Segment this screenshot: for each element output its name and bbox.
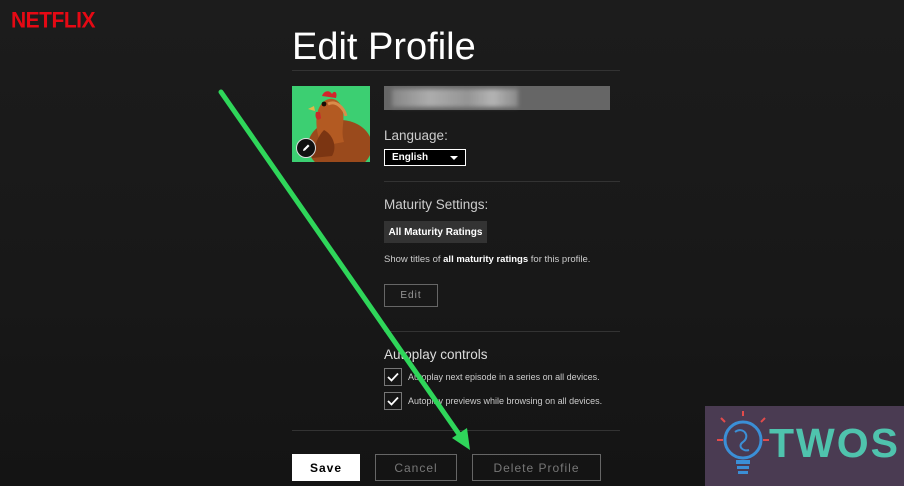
autoplay-next-episode-checkbox[interactable] bbox=[384, 368, 402, 386]
language-select-value: English bbox=[392, 152, 429, 163]
edit-avatar-pencil-icon[interactable] bbox=[296, 138, 316, 158]
title-divider bbox=[292, 70, 620, 71]
watermark-text: TWOS bbox=[769, 420, 900, 466]
language-select[interactable]: English bbox=[384, 149, 466, 166]
caret-down-icon bbox=[450, 156, 458, 160]
lightbulb-icon bbox=[717, 411, 769, 474]
profile-name-input[interactable] bbox=[384, 86, 610, 110]
autoplay-previews-checkbox[interactable] bbox=[384, 392, 402, 410]
maturity-rating-badge: All Maturity Ratings bbox=[384, 221, 487, 243]
section-divider bbox=[384, 331, 620, 332]
autoplay-next-episode-label: Autoplay next episode in a series on all… bbox=[408, 372, 600, 382]
maturity-edit-button[interactable]: Edit bbox=[384, 284, 438, 307]
section-divider bbox=[384, 181, 620, 182]
blurred-name-text bbox=[392, 89, 518, 107]
cancel-button[interactable]: Cancel bbox=[375, 454, 457, 481]
maturity-description: Show titles of all maturity ratings for … bbox=[384, 254, 591, 265]
page-title: Edit Profile bbox=[292, 26, 476, 68]
autoplay-previews-label: Autoplay previews while browsing on all … bbox=[408, 396, 603, 406]
autoplay-controls-label: Autoplay controls bbox=[384, 347, 488, 362]
netflix-logo[interactable]: NETFLIX bbox=[11, 8, 96, 33]
checkmark-icon bbox=[387, 372, 399, 382]
save-button[interactable]: Save bbox=[292, 454, 360, 481]
twos-watermark: TWOS bbox=[705, 406, 904, 486]
language-label: Language: bbox=[384, 128, 448, 143]
delete-profile-button[interactable]: Delete Profile bbox=[472, 454, 601, 481]
checkmark-icon bbox=[387, 396, 399, 406]
profile-avatar[interactable] bbox=[292, 86, 370, 162]
maturity-settings-label: Maturity Settings: bbox=[384, 197, 489, 212]
footer-divider bbox=[292, 430, 620, 431]
